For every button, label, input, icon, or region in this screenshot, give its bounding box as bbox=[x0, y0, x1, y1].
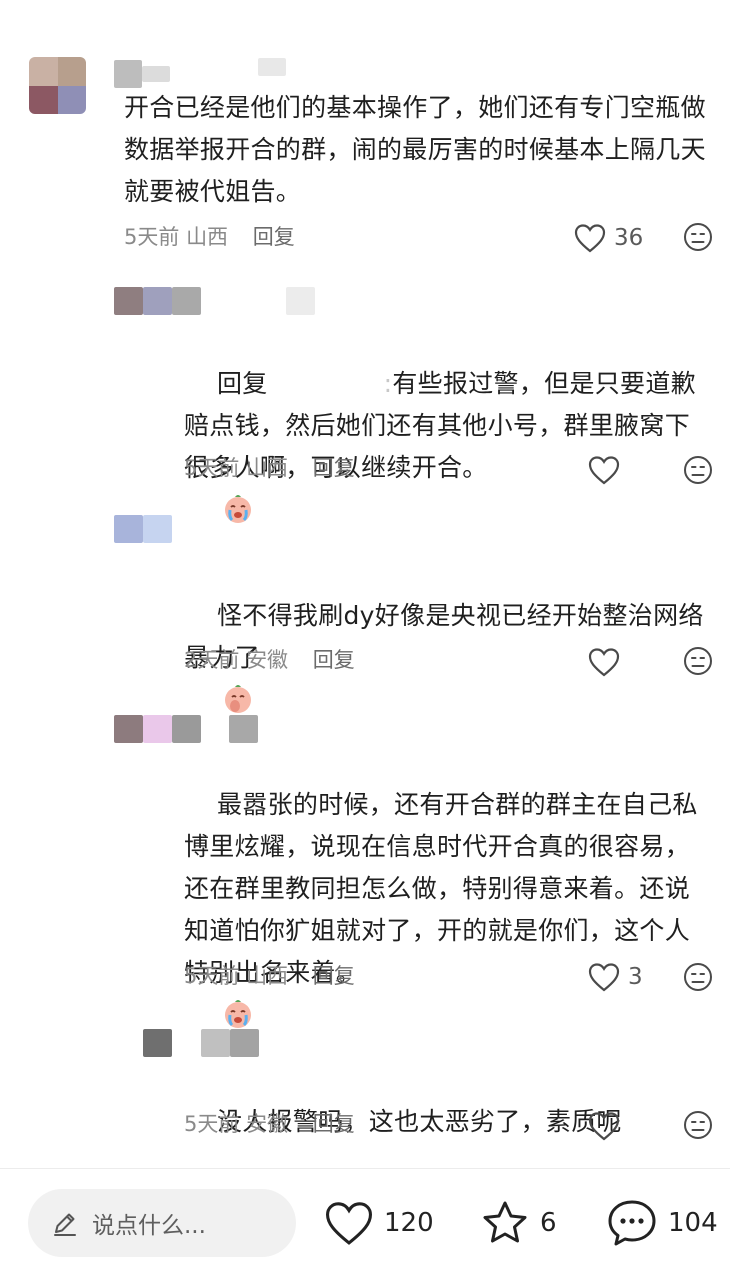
reply-button[interactable]: 回复 bbox=[313, 1112, 355, 1136]
dislike-icon[interactable] bbox=[683, 222, 713, 252]
username-blurred bbox=[229, 715, 258, 743]
reply-button[interactable]: 回复 bbox=[313, 648, 355, 672]
heart-icon bbox=[588, 648, 620, 677]
username-blurred bbox=[142, 66, 170, 82]
avatar[interactable] bbox=[29, 57, 86, 114]
reply-prefix: 回复 bbox=[217, 369, 268, 398]
chat-bubble-icon bbox=[608, 1200, 656, 1246]
comment-text: 最嚣张的时候，还有开合群的群主在自己私博里炫耀，说现在信息时代开合真的很容易，还… bbox=[184, 742, 714, 1078]
comment-location: 山西 bbox=[246, 456, 289, 480]
star-icon bbox=[483, 1201, 527, 1243]
username-blurred bbox=[201, 1029, 230, 1057]
heart-icon bbox=[588, 1112, 620, 1141]
comment-count: 104 bbox=[668, 1208, 718, 1238]
comment-time: 5天前 bbox=[184, 964, 240, 988]
dislike-icon[interactable] bbox=[683, 455, 713, 485]
username-blurred bbox=[143, 715, 172, 743]
comment-meta: 5天前 山西 回复 bbox=[184, 961, 355, 991]
avatar[interactable] bbox=[114, 287, 143, 315]
reply-text: 最嚣张的时候，还有开合群的群主在自己私博里炫耀，说现在信息时代开合真的很容易，还… bbox=[184, 790, 698, 987]
comment-meta: 5天前 山西 回复 bbox=[124, 222, 295, 252]
username-blurred bbox=[230, 1029, 259, 1057]
dislike-icon[interactable] bbox=[683, 962, 713, 992]
comment-location: 安徽 bbox=[246, 648, 289, 672]
username-blurred bbox=[258, 58, 286, 76]
username-blurred bbox=[172, 287, 201, 315]
comment-time: 5天前 bbox=[184, 1112, 240, 1136]
comment-text: 开合已经是他们的基本操作了，她们还有专门空瓶做数据举报开合的群，闹的最厉害的时候… bbox=[124, 93, 706, 206]
crying-emoji-icon bbox=[225, 495, 251, 523]
reply-button[interactable]: 回复 bbox=[253, 225, 295, 249]
post-like-count: 120 bbox=[384, 1208, 434, 1238]
like-post-button[interactable]: 120 bbox=[324, 1196, 434, 1250]
heart-icon bbox=[588, 456, 620, 485]
comment-meta: 5天前 安徽 回复 bbox=[184, 1109, 355, 1139]
username-blurred bbox=[286, 287, 315, 315]
like-count: 36 bbox=[614, 225, 644, 251]
favorite-button[interactable]: 6 bbox=[480, 1196, 557, 1250]
comment-time: 2天前 bbox=[184, 648, 240, 672]
comments-button[interactable]: 104 bbox=[606, 1196, 718, 1250]
username-blurred bbox=[172, 715, 201, 743]
like-button[interactable] bbox=[588, 645, 628, 679]
avatar[interactable] bbox=[114, 515, 143, 543]
like-count: 3 bbox=[628, 964, 643, 990]
comment-location: 安徽 bbox=[246, 1112, 289, 1136]
like-button[interactable]: 36 bbox=[574, 221, 643, 255]
bottom-bar-divider bbox=[0, 1168, 730, 1169]
reply-button[interactable]: 回复 bbox=[313, 964, 355, 988]
comment-meta: 5天前 山西 回复 bbox=[184, 453, 355, 483]
comment-input-placeholder: 说点什么... bbox=[92, 1213, 206, 1239]
like-button[interactable] bbox=[588, 1109, 628, 1143]
username-blurred bbox=[143, 515, 172, 543]
username-blurred[interactable] bbox=[114, 60, 142, 88]
comment-input[interactable]: 说点什么... bbox=[28, 1189, 296, 1257]
like-button[interactable]: 3 bbox=[588, 960, 643, 994]
comment-meta: 2天前 安徽 回复 bbox=[184, 645, 355, 675]
heart-icon bbox=[325, 1202, 373, 1245]
heart-icon bbox=[574, 224, 606, 253]
crying-emoji-icon bbox=[225, 1000, 251, 1028]
facepalm-emoji-icon bbox=[225, 685, 251, 713]
comment-text: 回复:有些报过警，但是只要道歉赔点钱，然后她们还有其他小号，群里腋窝下很多人啊，… bbox=[184, 321, 714, 573]
comment-location: 山西 bbox=[246, 964, 289, 988]
comment-time: 5天前 bbox=[184, 456, 240, 480]
reply-button[interactable]: 回复 bbox=[313, 456, 355, 480]
dislike-icon[interactable] bbox=[683, 646, 713, 676]
like-button[interactable] bbox=[588, 453, 628, 487]
heart-icon bbox=[588, 963, 620, 992]
pencil-icon bbox=[54, 1213, 76, 1236]
comment-location: 山西 bbox=[186, 225, 229, 249]
username-blurred bbox=[143, 287, 172, 315]
avatar[interactable] bbox=[114, 715, 143, 743]
comment-time: 5天前 bbox=[124, 225, 180, 249]
avatar[interactable] bbox=[143, 1029, 172, 1057]
dislike-icon[interactable] bbox=[683, 1110, 713, 1140]
favorite-count: 6 bbox=[540, 1208, 557, 1238]
